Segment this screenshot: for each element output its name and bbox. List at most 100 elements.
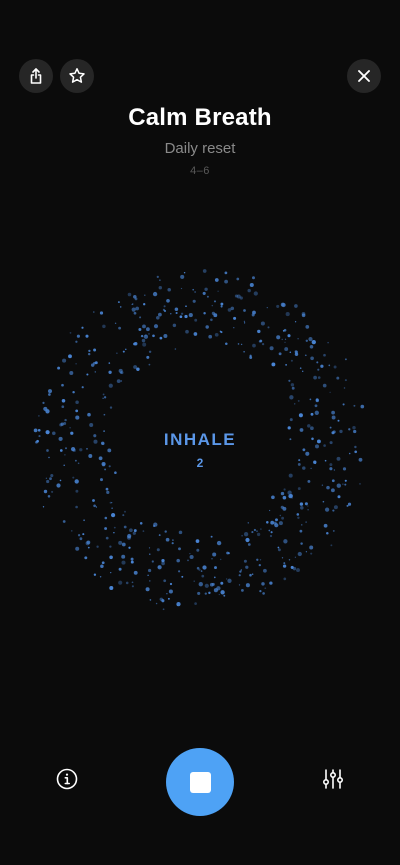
particle — [253, 291, 258, 296]
particle — [49, 477, 52, 481]
particle — [271, 362, 276, 367]
particle — [309, 545, 314, 550]
particle — [87, 412, 91, 417]
particle — [267, 326, 270, 329]
particle — [328, 364, 331, 367]
particle — [299, 529, 303, 533]
close-button[interactable] — [347, 59, 381, 93]
particle — [64, 418, 67, 422]
particle — [180, 287, 183, 290]
particle — [280, 505, 284, 509]
particle — [109, 406, 113, 409]
particle — [89, 423, 94, 427]
particle — [294, 350, 298, 354]
share-icon — [27, 67, 45, 85]
particle — [158, 534, 161, 537]
particle — [131, 585, 134, 588]
particle — [326, 531, 329, 535]
particle — [243, 309, 246, 312]
particle — [75, 340, 78, 343]
stop-button[interactable] — [166, 748, 234, 816]
particle — [45, 409, 50, 414]
particle — [170, 313, 172, 315]
particle — [163, 334, 168, 338]
particle — [277, 548, 281, 552]
particle — [283, 562, 286, 565]
particle — [309, 398, 312, 401]
particle — [75, 400, 79, 405]
particle — [269, 346, 274, 351]
particle — [124, 510, 126, 513]
particle — [206, 295, 209, 298]
particle — [224, 271, 228, 275]
particle — [353, 404, 356, 407]
particle — [289, 395, 294, 400]
share-button[interactable] — [19, 59, 53, 93]
particle — [163, 579, 167, 583]
particle — [162, 608, 165, 611]
particle — [202, 269, 207, 273]
particle — [108, 362, 111, 364]
particle — [322, 383, 327, 388]
particle — [347, 502, 352, 506]
particle — [314, 410, 319, 415]
particle — [270, 520, 275, 525]
settings-button[interactable] — [320, 768, 346, 794]
particle — [324, 507, 330, 512]
particle — [172, 539, 174, 541]
favorite-button[interactable] — [60, 59, 94, 93]
particle — [251, 573, 254, 575]
particle — [278, 352, 282, 356]
particle — [290, 359, 293, 362]
particle — [194, 291, 196, 293]
particle — [176, 558, 180, 563]
particle — [299, 502, 304, 506]
particle — [129, 528, 133, 533]
particle — [296, 568, 300, 573]
particle — [301, 313, 306, 318]
particle — [220, 558, 222, 561]
particle — [279, 514, 281, 517]
particle — [103, 396, 107, 399]
particle — [46, 479, 50, 484]
particle — [118, 567, 122, 571]
particle — [224, 279, 228, 284]
particle — [266, 306, 268, 309]
particle — [230, 306, 235, 311]
particle — [174, 307, 179, 312]
particle — [135, 306, 140, 311]
particle — [183, 271, 186, 274]
info-button[interactable] — [54, 768, 80, 794]
particle — [196, 548, 200, 552]
particle — [259, 589, 262, 593]
particle — [180, 274, 185, 279]
particle — [208, 591, 211, 595]
particle — [332, 509, 335, 512]
particle — [166, 592, 168, 595]
particle — [118, 326, 122, 330]
particle — [56, 483, 61, 488]
particle — [195, 539, 200, 543]
particle — [165, 537, 170, 542]
particle — [47, 389, 53, 394]
particle — [241, 534, 243, 537]
particle — [261, 342, 265, 346]
particle — [132, 531, 136, 535]
particle — [147, 574, 149, 577]
particle — [151, 560, 154, 563]
particle — [261, 582, 265, 586]
particle — [201, 574, 205, 578]
particle — [178, 570, 181, 573]
particle — [103, 413, 106, 416]
particle — [99, 576, 102, 578]
particle — [118, 580, 123, 585]
particle — [297, 338, 299, 340]
particle — [216, 586, 221, 591]
particle — [122, 514, 125, 517]
particle — [161, 599, 165, 603]
particle — [158, 312, 162, 317]
particle — [310, 412, 314, 416]
particle — [146, 355, 150, 359]
particle — [220, 581, 224, 585]
particle — [330, 488, 335, 493]
